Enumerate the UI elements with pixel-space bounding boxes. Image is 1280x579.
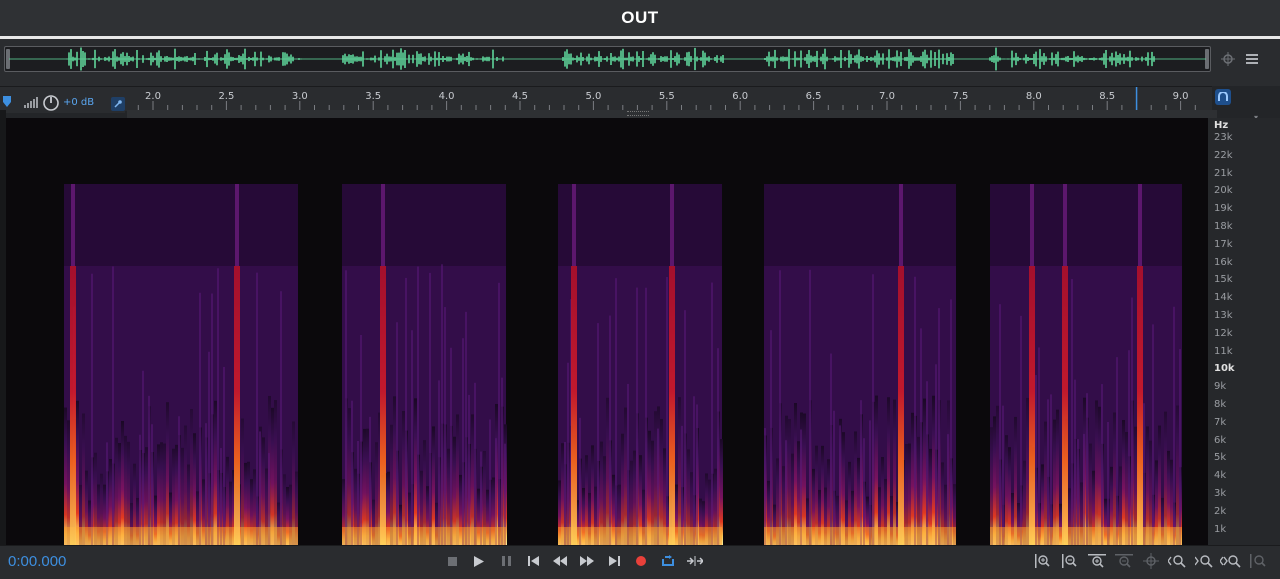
frequency-label: 11k [1214, 345, 1233, 357]
frequency-label: 15k [1214, 274, 1233, 286]
frequency-label: 2k [1214, 505, 1227, 517]
fast-forward-icon[interactable] [577, 552, 597, 570]
pin-icon[interactable] [111, 97, 125, 111]
frequency-label: 12k [1214, 327, 1233, 339]
time-tick-label: 3.5 [365, 91, 381, 102]
time-tick-label: 4.0 [439, 91, 455, 102]
time-tick-label: 9.0 [1173, 91, 1189, 102]
stop-icon[interactable] [442, 552, 462, 570]
rewind-icon[interactable] [550, 552, 570, 570]
horizontal-scroll-strip[interactable] [127, 110, 1217, 118]
level-meter-icon [24, 96, 38, 108]
zoom-out-time-icon[interactable] [1113, 552, 1135, 570]
frequency-label: 20k [1214, 185, 1233, 197]
spectrogram-view[interactable] [6, 118, 1208, 545]
record-icon[interactable] [631, 552, 651, 570]
frequency-label: 21k [1214, 167, 1233, 179]
frequency-label: 7k [1214, 416, 1227, 428]
frequency-label: 8k [1214, 399, 1227, 410]
time-tick-label: 3.0 [292, 91, 308, 102]
time-tick-label: 7.5 [952, 91, 968, 102]
volume-shield-icon[interactable] [2, 95, 12, 108]
pause-icon[interactable] [496, 552, 516, 570]
zoom-navigator-icon[interactable] [1219, 50, 1237, 68]
menu-icon[interactable] [1243, 50, 1261, 68]
frequency-label: 22k [1214, 149, 1233, 161]
frequency-label: 14k [1214, 292, 1233, 304]
frequency-axis: Hz 23k 22k 21k 20k 19k 18k 17k 16k 15k 14k 13k 12k 11… [1208, 118, 1280, 545]
window-title: OUT [621, 8, 659, 27]
zoom-selection-icon[interactable] [1140, 552, 1162, 570]
zoom-out-amplitude-icon[interactable] [1059, 552, 1081, 570]
gain-knob[interactable] [42, 94, 60, 112]
frequency-label: 5k [1214, 452, 1227, 464]
frequency-label: 3k [1214, 488, 1227, 499]
time-tick-label: 4.5 [512, 91, 528, 102]
frequency-label: 6k [1214, 434, 1227, 446]
zoom-in-left-icon[interactable] [1167, 552, 1189, 570]
time-tick-label: 2.5 [218, 91, 234, 102]
time-tick-label: 7.0 [879, 91, 895, 102]
time-tick-label: 2.0 [145, 91, 161, 102]
frequency-label: 18k [1214, 221, 1233, 232]
time-tick-label: 8.0 [1026, 91, 1042, 102]
time-tick-label: 5.0 [585, 91, 601, 102]
time-tick-label: 6.0 [732, 91, 748, 102]
skip-start-icon[interactable] [523, 552, 543, 570]
zoom-reset-icon[interactable] [1248, 552, 1270, 570]
play-icon[interactable] [469, 552, 489, 570]
frequency-label: 13k [1214, 310, 1233, 321]
time-tick-label: 5.5 [659, 91, 675, 102]
gain-label: +0 dB [63, 97, 95, 108]
skip-end-icon[interactable] [604, 552, 624, 570]
frequency-label: 9k [1214, 381, 1227, 393]
zoom-in-amplitude-icon[interactable] [1032, 552, 1054, 570]
snap-magnet-button[interactable] [1215, 89, 1231, 105]
time-readout: 0:00.000 [8, 553, 67, 570]
frequency-label: 17k [1214, 238, 1233, 250]
zoom-in-right-icon[interactable] [1194, 552, 1216, 570]
frequency-label: 1k [1214, 523, 1227, 535]
time-tick-label: 8.5 [1099, 91, 1115, 102]
overview-waveform [9, 47, 1206, 71]
frequency-label: 4k [1214, 470, 1227, 482]
time-tick-label: 6.5 [806, 91, 822, 102]
waveform-overview[interactable] [4, 46, 1211, 72]
frequency-label: 10k [1214, 363, 1235, 375]
hz-unit-label: Hz [1214, 120, 1229, 131]
loop-icon[interactable] [658, 552, 678, 570]
zoom-full-icon[interactable] [1220, 552, 1242, 570]
title-bar: OUT [0, 0, 1280, 36]
scroll-grip[interactable] [627, 111, 649, 116]
frequency-label: 23k [1214, 132, 1233, 143]
gain-value-wrap: +0 dB [63, 97, 94, 108]
skip-selection-icon[interactable] [685, 552, 705, 570]
frequency-label: 19k [1214, 203, 1233, 215]
zoom-in-time-icon[interactable] [1086, 552, 1108, 570]
timeline-ruler[interactable]: 2.0 2.5 3.0 3.5 4.0 4.5 5.0 5.5 6.0 6.5 7.0 7.5 8.0 8… [0, 86, 1212, 111]
frequency-label: 16k [1214, 256, 1233, 268]
spectrogram-canvas [64, 184, 1182, 545]
